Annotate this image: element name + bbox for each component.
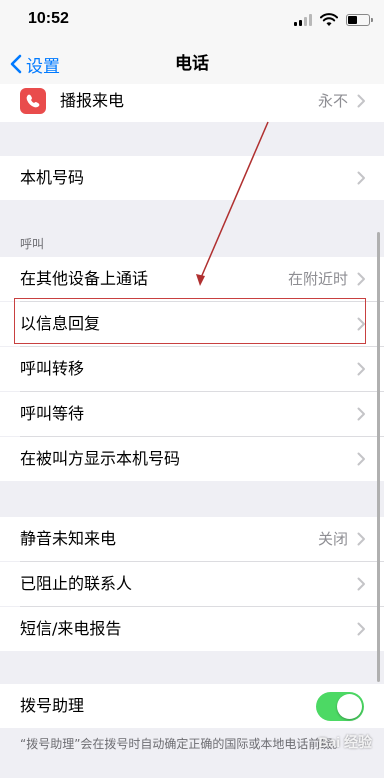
row-label: 播报来电 <box>60 91 125 110</box>
status-time: 10:52 <box>28 10 69 27</box>
row-label: 在被叫方显示本机号码 <box>20 449 181 468</box>
row-label: 在其他设备上通话 <box>20 269 149 288</box>
chevron-right-icon <box>357 94 365 108</box>
row-label: 呼叫等待 <box>20 404 85 423</box>
row-blocked-contacts[interactable]: 已阻止的联系人 <box>0 562 384 606</box>
row-label: 以信息回复 <box>20 314 101 333</box>
chevron-right-icon <box>357 272 365 286</box>
row-silence-unknown-callers[interactable]: 静音未知来电 关闭 <box>0 517 384 561</box>
row-value: 在附近时 <box>287 270 348 288</box>
battery-icon <box>346 14 373 26</box>
row-show-caller-id[interactable]: 在被叫方显示本机号码 <box>0 437 384 481</box>
scroll-indicator <box>377 232 380 682</box>
row-value: 关闭 <box>317 530 348 548</box>
status-bar: 10:52 <box>0 0 384 44</box>
navigation-bar: 设置 电话 <box>0 44 384 84</box>
row-my-number[interactable]: 本机号码 <box>0 156 384 200</box>
row-call-forwarding[interactable]: 呼叫转移 <box>0 347 384 391</box>
page-title: 电话 <box>175 54 209 74</box>
row-label: 静音未知来电 <box>20 529 117 548</box>
row-label: 拨号助理 <box>20 696 85 715</box>
wifi-icon <box>320 13 338 26</box>
chevron-right-icon <box>357 577 365 591</box>
toggle-knob <box>337 694 362 719</box>
section-header-calls: 呼叫 <box>20 237 45 251</box>
chevron-right-icon <box>357 171 365 185</box>
chevron-right-icon <box>357 407 365 421</box>
row-label: 本机号码 <box>20 168 85 187</box>
dial-assist-toggle[interactable] <box>316 692 364 721</box>
row-sms-call-reporting[interactable]: 短信/来电报告 <box>0 607 384 651</box>
chevron-right-icon <box>357 317 365 331</box>
row-announce-calls[interactable]: 播报来电 永不 <box>0 84 384 122</box>
row-respond-with-text[interactable]: 以信息回复 <box>0 302 384 346</box>
phone-app-icon <box>20 88 46 114</box>
row-calls-on-other-devices[interactable]: 在其他设备上通话 在附近时 <box>0 257 384 301</box>
dial-assist-footer: “拨号助理”会在拨号时自动确定正确的国际或本地电话前缀。 <box>20 737 345 751</box>
status-icons <box>294 12 373 28</box>
chevron-right-icon <box>357 362 365 376</box>
cellular-signal-icon <box>294 14 312 26</box>
row-call-waiting[interactable]: 呼叫等待 <box>0 392 384 436</box>
row-label: 呼叫转移 <box>20 359 85 378</box>
chevron-right-icon <box>357 452 365 466</box>
chevron-right-icon <box>357 622 365 636</box>
row-label: 短信/来电报告 <box>20 619 122 638</box>
chevron-right-icon <box>357 532 365 546</box>
row-value: 永不 <box>317 92 348 110</box>
baidu-watermark: Bai 经验 <box>318 734 372 750</box>
row-label: 已阻止的联系人 <box>20 574 133 593</box>
